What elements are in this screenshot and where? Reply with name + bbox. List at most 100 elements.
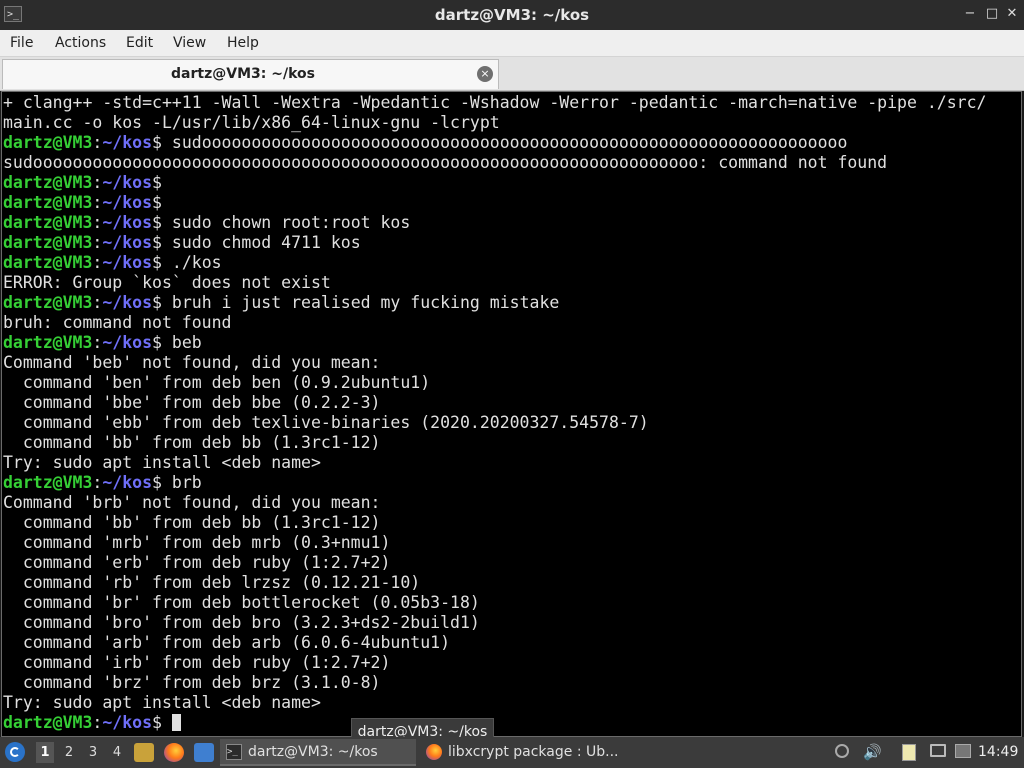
output-text: main.cc -o kos -L/usr/lib/x86_64-linux-g… [3, 113, 500, 132]
prompt-symbol: $ [152, 173, 162, 192]
output-text: Try: sudo apt install <deb name> [3, 693, 321, 712]
output-line: command 'rb' from deb lrzsz (0.12.21-10) [3, 573, 986, 593]
output-line: command 'erb' from deb ruby (1:2.7+2) [3, 553, 986, 573]
prompt-path: ~/kos [102, 333, 153, 352]
prompt-path: ~/kos [102, 193, 153, 212]
prompt-line: dartz@VM3:~/kos$ sudoooooooooooooooooooo… [3, 133, 986, 153]
command-text: beb [161, 333, 202, 352]
network-icon[interactable] [930, 744, 946, 757]
prompt-separator: : [92, 233, 103, 252]
prompt-separator: : [92, 333, 103, 352]
prompt-separator: : [92, 133, 103, 152]
terminal-output: + clang++ -std=c++11 -Wall -Wextra -Wped… [3, 93, 986, 733]
terminal-view[interactable]: + clang++ -std=c++11 -Wall -Wextra -Wped… [1, 91, 1022, 737]
prompt-separator: : [92, 293, 103, 312]
workspace-3[interactable]: 3 [84, 742, 102, 763]
output-line: command 'bbe' from deb bbe (0.2.2-3) [3, 393, 986, 413]
output-text: + clang++ -std=c++11 -Wall -Wextra -Wped… [3, 93, 987, 112]
output-line: ERROR: Group `kos` does not exist [3, 273, 986, 293]
prompt-symbol: $ [152, 293, 162, 312]
prompt-line: dartz@VM3:~/kos$ brb [3, 473, 986, 493]
output-text: Command 'beb' not found, did you mean: [3, 353, 381, 372]
prompt-path: ~/kos [102, 713, 153, 732]
prompt-user-host: dartz@VM3 [3, 253, 93, 272]
clipboard-icon[interactable] [902, 744, 916, 761]
prompt-symbol: $ [152, 193, 162, 212]
menu-edit[interactable]: Edit [126, 30, 153, 56]
prompt-symbol: $ [152, 213, 162, 232]
task-label: dartz@VM3: ~/kos [248, 744, 378, 760]
output-line: command 'brz' from deb brz (3.1.0-8) [3, 673, 986, 693]
prompt-line: dartz@VM3:~/kos$ bruh i just realised my… [3, 293, 986, 313]
prompt-symbol: $ [152, 233, 162, 252]
show-desktop-icon[interactable] [194, 743, 214, 762]
command-text: brb [161, 473, 202, 492]
close-icon[interactable]: ✕ [1004, 6, 1020, 22]
command-text: sudo chown root:root kos [161, 213, 411, 232]
output-text: Try: sudo apt install <deb name> [3, 453, 321, 472]
output-text: command 'arb' from deb arb (6.0.6-4ubunt… [3, 633, 451, 652]
output-line: command 'bb' from deb bb (1.3rc1-12) [3, 513, 986, 533]
command-text: bruh i just realised my fucking mistake [161, 293, 560, 312]
volume-icon[interactable]: 🔊 [863, 744, 882, 760]
output-line: command 'mrb' from deb mrb (0.3+nmu1) [3, 533, 986, 553]
terminal-icon: >_ [226, 744, 242, 760]
prompt-line: dartz@VM3:~/kos$ [3, 193, 986, 213]
task-label: libxcrypt package : Ub... [448, 744, 619, 760]
firefox-icon [426, 744, 442, 760]
prompt-user-host: dartz@VM3 [3, 193, 93, 212]
screen-icon[interactable] [955, 744, 971, 758]
prompt-path: ~/kos [102, 213, 153, 232]
workspace-4[interactable]: 4 [108, 742, 126, 763]
clock[interactable]: 14:49 [978, 737, 1018, 768]
command-text: ./kos [161, 253, 222, 272]
output-line: + clang++ -std=c++11 -Wall -Wextra -Wped… [3, 93, 986, 113]
prompt-user-host: dartz@VM3 [3, 333, 93, 352]
output-text: command 'ebb' from deb texlive-binaries … [3, 413, 649, 432]
task-terminal[interactable]: >_ dartz@VM3: ~/kos [220, 739, 416, 766]
start-menu-icon[interactable] [5, 742, 25, 762]
prompt-path: ~/kos [102, 173, 153, 192]
prompt-user-host: dartz@VM3 [3, 213, 93, 232]
tab-close-icon[interactable]: × [477, 66, 493, 82]
firefox-launcher-icon[interactable] [164, 743, 184, 762]
prompt-separator: : [92, 173, 103, 192]
menu-bar: File Actions Edit View Help [0, 30, 1024, 57]
file-manager-icon[interactable] [134, 743, 154, 762]
prompt-symbol: $ [152, 473, 162, 492]
prompt-separator: : [92, 193, 103, 212]
output-line: command 'bb' from deb bb (1.3rc1-12) [3, 433, 986, 453]
prompt-user-host: dartz@VM3 [3, 473, 93, 492]
workspace-1[interactable]: 1 [36, 742, 54, 763]
window-titlebar[interactable]: >_ dartz@VM3: ~/kos − □ ✕ [0, 0, 1024, 30]
output-text: sudooooooooooooooooooooooooooooooooooooo… [3, 153, 888, 172]
output-line: Command 'beb' not found, did you mean: [3, 353, 986, 373]
tab-terminal[interactable]: dartz@VM3: ~/kos × [2, 59, 499, 89]
workspace-2[interactable]: 2 [60, 742, 78, 763]
command-text: sudo chmod 4711 kos [161, 233, 361, 252]
output-text: command 'bb' from deb bb (1.3rc1-12) [3, 513, 381, 532]
menu-help[interactable]: Help [227, 30, 259, 56]
minimize-icon[interactable]: − [962, 6, 978, 22]
menu-actions[interactable]: Actions [55, 30, 106, 56]
output-text: Command 'brb' not found, did you mean: [3, 493, 381, 512]
output-text: command 'bro' from deb bro (3.2.3+ds2-2b… [3, 613, 480, 632]
update-notifier-icon[interactable] [835, 744, 849, 758]
menu-view[interactable]: View [173, 30, 206, 56]
prompt-symbol: $ [152, 333, 162, 352]
prompt-line: dartz@VM3:~/kos$ sudo chmod 4711 kos [3, 233, 986, 253]
prompt-separator: : [92, 713, 103, 732]
output-text: command 'bbe' from deb bbe (0.2.2-3) [3, 393, 381, 412]
output-line: Try: sudo apt install <deb name> [3, 453, 986, 473]
menu-file[interactable]: File [10, 30, 33, 56]
prompt-symbol: $ [152, 253, 162, 272]
tab-label: dartz@VM3: ~/kos [171, 66, 315, 82]
prompt-separator: : [92, 213, 103, 232]
output-line: Command 'brb' not found, did you mean: [3, 493, 986, 513]
output-text: command 'rb' from deb lrzsz (0.12.21-10) [3, 573, 421, 592]
task-firefox[interactable]: libxcrypt package : Ub... [420, 739, 630, 766]
prompt-path: ~/kos [102, 293, 153, 312]
maximize-icon[interactable]: □ [984, 6, 1000, 22]
output-line: command 'ebb' from deb texlive-binaries … [3, 413, 986, 433]
prompt-symbol: $ [152, 713, 162, 732]
